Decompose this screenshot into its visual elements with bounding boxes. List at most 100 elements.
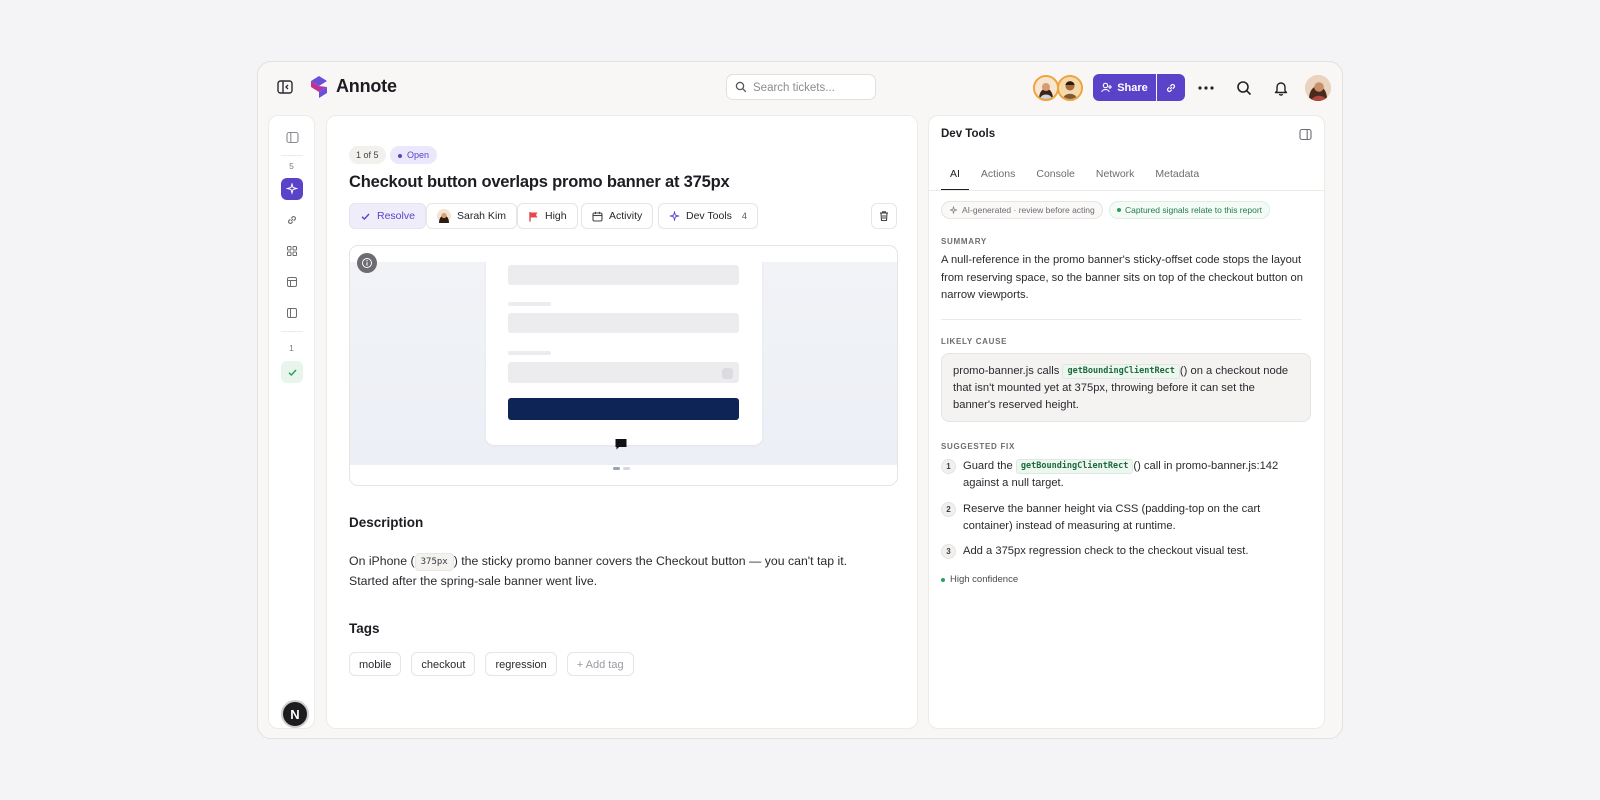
grid-icon[interactable] [281, 240, 303, 262]
rail-divider [281, 331, 303, 332]
ticket-counter: 1 of 5 [349, 146, 386, 164]
carousel-dot[interactable] [623, 467, 630, 470]
panel-title: Dev Tools [941, 128, 996, 140]
tag[interactable]: regression [485, 652, 557, 676]
search-icon [735, 81, 747, 93]
fix-number: 1 [941, 459, 956, 474]
rail-count: 5 [289, 161, 294, 171]
devtools-label: Dev Tools [686, 210, 732, 222]
tags-heading: Tags [349, 621, 380, 636]
user-avatar[interactable] [1305, 75, 1331, 101]
cause-label: LIKELY CAUSE [941, 337, 1008, 346]
info-icon[interactable] [357, 253, 377, 273]
preview-canvas [350, 262, 897, 465]
add-tag-button[interactable]: + Add tag [566, 652, 634, 676]
devtools-button[interactable]: Dev Tools 4 [658, 203, 758, 229]
tab-network[interactable]: Network [1087, 168, 1144, 190]
fix-part: Guard the [963, 460, 1016, 472]
confidence-indicator: High confidence [941, 574, 1018, 585]
delete-button[interactable] [871, 203, 897, 229]
status-dot [1117, 208, 1121, 212]
check-icon[interactable] [281, 361, 303, 383]
link-icon [1166, 83, 1176, 92]
skeleton-line [508, 351, 551, 355]
tab-ai[interactable]: AI [941, 168, 969, 191]
avatar [437, 209, 451, 223]
ai-sparkle-icon[interactable] [281, 178, 303, 200]
resolve-button[interactable]: Resolve [349, 203, 426, 229]
fix-item: 3 Add a 375px regression check to the ch… [941, 543, 1311, 560]
trash-icon [880, 211, 888, 222]
check-icon [361, 213, 370, 220]
search-box[interactable] [726, 74, 876, 100]
rail-count: 1 [289, 343, 294, 353]
tab-console[interactable]: Console [1027, 168, 1084, 190]
devtools-panel: Dev Tools AI Actions Console Network Met… [928, 115, 1325, 729]
bell-icon[interactable] [1271, 78, 1291, 98]
likely-cause-box: promo-banner.js calls getBoundingClientR… [941, 353, 1311, 422]
fix-code: getBoundingClientRect [1015, 459, 1134, 474]
checkout-cta-mock [508, 398, 739, 420]
assignee-label: Sarah Kim [457, 210, 507, 222]
comment-icon[interactable] [614, 437, 628, 454]
activity-label: Activity [609, 210, 643, 222]
summary-label: SUMMARY [941, 237, 987, 246]
skeleton-block [508, 265, 739, 285]
share-button[interactable]: Share [1093, 74, 1156, 101]
workspace-avatar[interactable]: N [281, 700, 309, 728]
layout-icon[interactable] [281, 271, 303, 293]
disclaimer-text: AI-generated · review before acting [962, 204, 1095, 215]
sidebar-panel-icon[interactable] [281, 302, 303, 324]
description-part: On iPhone ( [349, 554, 415, 568]
avatar[interactable] [1033, 75, 1059, 101]
search-icon[interactable] [1234, 78, 1254, 98]
priority-label: High [545, 210, 567, 222]
phone-mockup [486, 262, 762, 445]
section-divider [941, 319, 1302, 320]
tag[interactable]: mobile [349, 652, 402, 676]
screenshot-preview[interactable] [349, 245, 898, 486]
viewport-code: 375px [414, 553, 454, 571]
search-input[interactable] [753, 79, 871, 96]
link-icon[interactable] [281, 209, 303, 231]
skeleton-checkbox [722, 368, 733, 379]
more-icon[interactable] [1196, 78, 1216, 98]
user-plus-icon [1101, 82, 1113, 93]
status-dot [941, 577, 945, 582]
carousel-dot[interactable] [613, 467, 620, 470]
sidebar-toggle-icon[interactable] [276, 78, 294, 96]
sparkle-icon [949, 205, 958, 214]
ticket-title: Checkout button overlaps promo banner at… [349, 173, 730, 191]
fix-label: SUGGESTED FIX [941, 442, 1015, 451]
cause-part: promo-banner.js calls [953, 365, 1063, 377]
signals-badge: Captured signals relate to this report [1109, 201, 1271, 219]
tab-metadata[interactable]: Metadata [1146, 168, 1208, 190]
avatar[interactable] [1057, 75, 1083, 101]
panel-icon[interactable] [1299, 128, 1312, 144]
status-badge[interactable]: Open [390, 146, 438, 164]
ticket-detail: 1 of 5 Open Checkout button overlaps pro… [326, 115, 918, 729]
copy-link-button[interactable] [1157, 74, 1185, 101]
flag-icon [529, 211, 538, 221]
priority-button[interactable]: High [517, 203, 578, 229]
devtools-count: 4 [741, 211, 747, 221]
tab-actions[interactable]: Actions [972, 168, 1024, 190]
panel-tabs: AI Actions Console Network Metadata [941, 168, 1211, 191]
annote-logo [308, 75, 330, 99]
resolve-label: Resolve [377, 210, 415, 222]
carousel-dots[interactable] [613, 467, 630, 470]
calendar-icon [592, 211, 603, 222]
signals-text: Captured signals relate to this report [1125, 204, 1263, 215]
brand-name: Annote [336, 76, 397, 96]
fix-text: Add a 375px regression check to the chec… [963, 545, 1249, 557]
collapse-rail-icon[interactable] [281, 126, 303, 148]
tag[interactable]: checkout [411, 652, 476, 676]
tag-list: mobile checkout regression + Add tag [349, 652, 634, 676]
top-bar: Annote Share [258, 62, 1342, 114]
description-heading: Description [349, 515, 424, 530]
ai-disclaimer-badge: AI-generated · review before acting [941, 201, 1103, 219]
assignee-button[interactable]: Sarah Kim [426, 203, 518, 229]
share-label: Share [1117, 81, 1148, 94]
confidence-text: High confidence [950, 574, 1019, 585]
activity-button[interactable]: Activity [581, 203, 654, 229]
